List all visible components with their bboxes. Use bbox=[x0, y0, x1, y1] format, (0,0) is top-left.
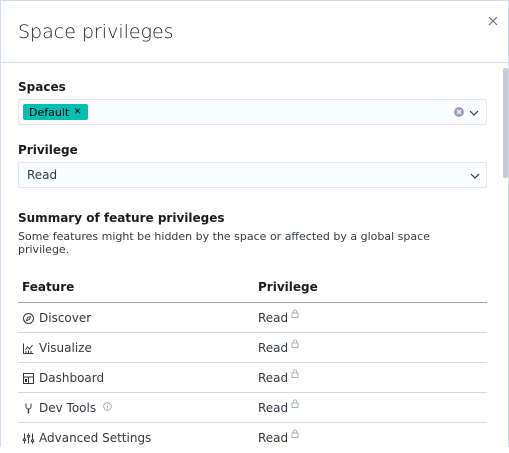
lock-icon bbox=[291, 429, 299, 438]
spaces-combobox[interactable]: Default × bbox=[18, 99, 487, 125]
privilege-select-value: Read bbox=[27, 168, 58, 182]
summary-title: Summary of feature privileges bbox=[18, 211, 225, 225]
privilege-value: Read bbox=[258, 401, 289, 415]
dashboard-icon bbox=[23, 372, 34, 384]
feature-privileges-table: Feature Privilege Discover Read Visualiz… bbox=[18, 276, 487, 453]
table-row: Visualize Read bbox=[18, 333, 487, 363]
chevron-down-icon[interactable] bbox=[469, 108, 479, 118]
visualize-icon bbox=[23, 343, 34, 354]
space-privileges-flyout: Space privileges Spaces Default × Privil… bbox=[0, 0, 509, 447]
compass-icon bbox=[23, 312, 34, 324]
space-chip-label: Default bbox=[29, 105, 70, 119]
privilege-label: Privilege bbox=[18, 143, 78, 157]
dev-tools-icon bbox=[25, 403, 32, 413]
privilege-value: Read bbox=[258, 431, 289, 445]
privilege-select[interactable]: Read bbox=[18, 162, 487, 188]
privilege-value: Read bbox=[258, 341, 289, 355]
feature-name: Discover bbox=[39, 311, 92, 325]
privilege-value: Read bbox=[258, 371, 289, 385]
chevron-down-icon bbox=[470, 173, 480, 179]
feature-cell: Dev Tools bbox=[22, 401, 112, 415]
info-icon[interactable] bbox=[103, 401, 112, 411]
lock-icon bbox=[291, 309, 299, 318]
privilege-cell: Read bbox=[258, 339, 299, 355]
lock-icon bbox=[291, 369, 299, 378]
close-icon[interactable] bbox=[487, 15, 499, 27]
table-header: Feature Privilege bbox=[18, 276, 487, 303]
table-row: Discover Read bbox=[18, 303, 487, 333]
privilege-cell: Read bbox=[258, 399, 299, 415]
feature-cell: Discover bbox=[22, 311, 91, 325]
summary-description: Some features might be hidden by the spa… bbox=[18, 230, 430, 256]
table-row: Dashboard Read bbox=[18, 363, 487, 393]
advanced-settings-icon bbox=[22, 433, 35, 443]
privilege-value: Read bbox=[258, 311, 289, 325]
lock-icon bbox=[291, 399, 299, 408]
flyout-title: Space privileges bbox=[18, 21, 174, 43]
clear-circle-icon[interactable] bbox=[453, 106, 465, 118]
scrollbar[interactable] bbox=[503, 64, 508, 448]
column-header-privilege[interactable]: Privilege bbox=[258, 280, 318, 294]
table-row: Advanced Settings Read bbox=[18, 423, 487, 453]
feature-name: Dashboard bbox=[39, 371, 105, 385]
spaces-label: Spaces bbox=[18, 80, 66, 94]
feature-cell: Advanced Settings bbox=[22, 431, 151, 445]
privilege-cell: Read bbox=[258, 309, 299, 325]
feature-name: Dev Tools bbox=[39, 401, 97, 415]
flyout-header: Space privileges bbox=[1, 1, 508, 63]
table-row: Dev Tools Read bbox=[18, 393, 487, 423]
lock-icon bbox=[291, 339, 299, 348]
feature-cell: Visualize bbox=[22, 341, 92, 355]
privilege-cell: Read bbox=[258, 429, 299, 445]
feature-cell: Dashboard bbox=[22, 371, 104, 385]
column-header-feature[interactable]: Feature bbox=[22, 280, 74, 294]
chip-remove-icon[interactable]: × bbox=[73, 107, 81, 117]
feature-name: Visualize bbox=[39, 341, 92, 355]
privilege-cell: Read bbox=[258, 369, 299, 385]
space-chip-default: Default × bbox=[23, 104, 88, 120]
feature-name: Advanced Settings bbox=[39, 431, 152, 445]
